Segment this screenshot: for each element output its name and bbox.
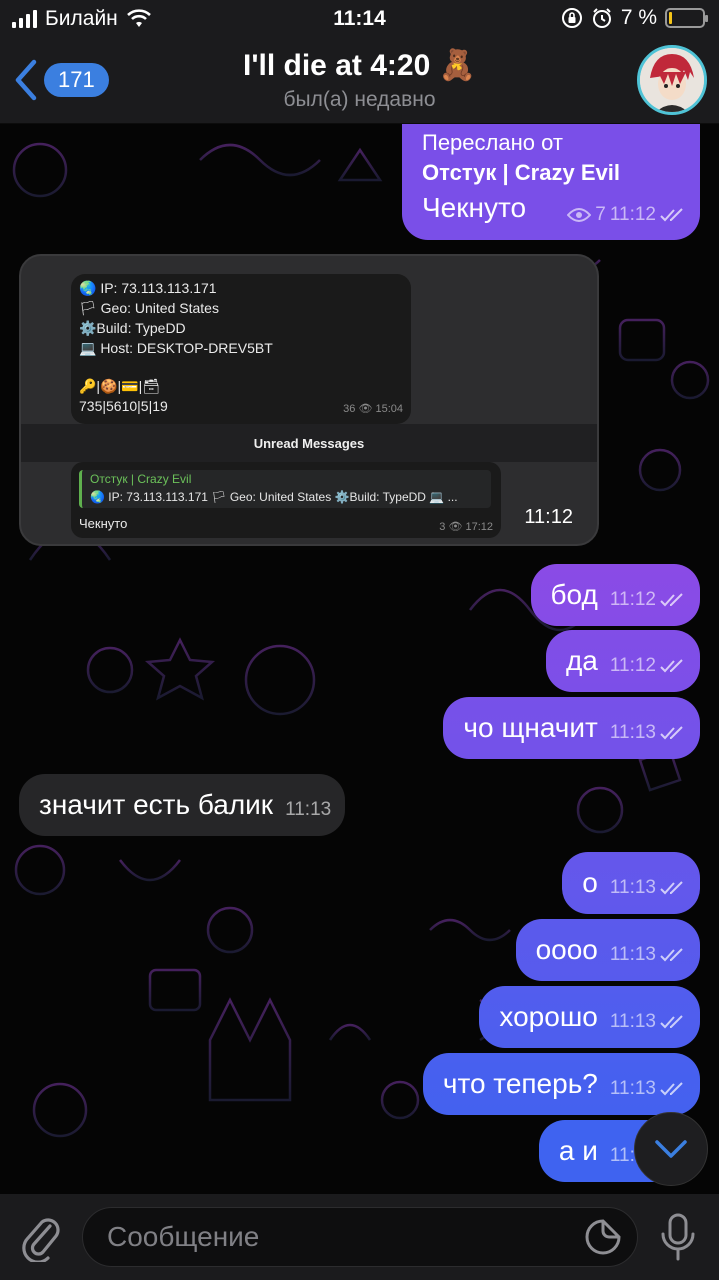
message-text: что теперь?: [442, 1068, 598, 1099]
double-check-icon: [660, 1082, 683, 1096]
message-meta: 11:12: [610, 589, 686, 611]
last-seen-status: был(а) недавно: [283, 88, 436, 111]
message-meta: 11:13: [610, 877, 686, 899]
message-time: 11:13: [609, 722, 656, 743]
paperclip-icon[interactable]: [20, 1214, 64, 1262]
double-check-icon: [660, 1015, 683, 1029]
outgoing-message[interactable]: чо щначит 11:13: [443, 697, 700, 759]
message-meta: 11:12: [610, 655, 686, 677]
message-time: 11:12: [524, 506, 573, 528]
message-composer: [0, 1194, 719, 1280]
screenshot-unread-label: Unread Messages: [253, 436, 365, 451]
chevron-down-icon: [655, 1140, 687, 1158]
message-meta: 11:13: [610, 722, 686, 744]
battery-percent: 7 %: [620, 6, 657, 29]
outgoing-message[interactable]: что теперь? 11:13: [422, 1053, 700, 1115]
screenshot-line: 🌏 IP: 73.113.113.171: [79, 280, 217, 296]
message-time: 11:13: [609, 1078, 656, 1099]
eye-icon: [567, 208, 592, 222]
anime-avatar-icon: [640, 48, 704, 112]
message-input[interactable]: [82, 1207, 638, 1267]
battery-icon: [665, 8, 708, 28]
message-text: а и: [558, 1135, 598, 1166]
orientation-lock-icon: [561, 8, 582, 28]
forwarded-message[interactable]: Переслано от Отстук | Crazy Evil Чекнуто…: [402, 124, 700, 240]
screenshot-card: Отстук | Crazy Evil 🌏 IP: 73.113.113.171…: [71, 462, 501, 538]
microphone-icon[interactable]: [658, 1212, 698, 1262]
message-time: 11:13: [609, 877, 656, 898]
double-check-icon: [660, 208, 683, 222]
message-text: да: [565, 645, 598, 676]
message-time: 11:12: [609, 589, 656, 610]
message-meta: 11:13: [610, 1078, 686, 1100]
message-meta: 11:13: [610, 944, 686, 966]
outgoing-message[interactable]: бод 11:12: [530, 564, 700, 626]
message-time: 11:13: [609, 1011, 656, 1032]
message-time: 11:13: [285, 799, 332, 820]
quote-text: 🌏 IP: 73.113.113.171 🏳 Geo: United State…: [90, 490, 458, 504]
message-meta: 11:13: [610, 1011, 686, 1033]
screenshot-line: 735|5610|5|19: [79, 398, 168, 414]
forwarded-from[interactable]: Отстук | Crazy Evil: [422, 158, 620, 188]
screenshot-text: Чекнуто: [79, 516, 128, 531]
message-text: бод: [550, 579, 598, 610]
messages-list[interactable]: Переслано от Отстук | Crazy Evil Чекнуто…: [0, 124, 719, 1194]
outgoing-message[interactable]: оооо 11:13: [515, 919, 700, 981]
scroll-down-button[interactable]: [634, 1112, 708, 1186]
screenshot-line: 🔑|🍪|💳|🗃: [79, 378, 160, 394]
view-count: 7: [595, 204, 606, 225]
message-text: о: [582, 867, 598, 898]
avatar[interactable]: [637, 45, 707, 115]
outgoing-message[interactable]: о 11:13: [562, 852, 700, 914]
message-text: чо щначит: [463, 712, 598, 743]
forwarded-label: Переслано от: [422, 130, 563, 155]
alarm-icon: [592, 8, 611, 28]
chat-title[interactable]: I'll die at 4:20 🧸: [0, 48, 719, 83]
message-text: хорошо: [499, 1001, 598, 1032]
chat-header: 171 I'll die at 4:20 🧸 был(а) недавно: [0, 40, 719, 124]
message-meta: 7 11:12: [567, 204, 686, 226]
double-check-icon: [660, 948, 683, 962]
screenshot-line: 💻 Host: DESKTOP-DREV5BT: [79, 340, 273, 356]
screenshot-quote: Отстук | Crazy Evil 🌏 IP: 73.113.113.171…: [79, 470, 491, 508]
outgoing-message[interactable]: да 11:12: [545, 630, 700, 692]
message-time: 11:12: [609, 204, 656, 225]
double-check-icon: [660, 726, 683, 740]
screenshot-line: 🏳 Geo: United States: [79, 300, 219, 316]
outgoing-message[interactable]: хорошо 11:13: [479, 986, 700, 1048]
screenshot-meta: 3 👁 17:12: [439, 521, 493, 533]
message-text: оооо: [535, 934, 598, 965]
status-bar: Билайн 11:14 7 %: [0, 0, 719, 40]
message-text: значит есть балик: [39, 789, 274, 820]
message-time: 11:12: [609, 655, 656, 676]
double-check-icon: [660, 659, 683, 673]
message-meta: 11:13: [285, 799, 331, 821]
screenshot-card: 🌏 IP: 73.113.113.171 🏳 Geo: United State…: [71, 274, 411, 424]
sticker-icon[interactable]: [584, 1218, 622, 1256]
message-text: Чекнуто: [422, 192, 527, 223]
double-check-icon: [660, 881, 683, 895]
quote-author: Отстук | Crazy Evil: [90, 472, 192, 486]
screenshot-line: ⚙️Build: TypeDD: [79, 320, 186, 336]
incoming-message[interactable]: значит есть балик 11:13: [19, 774, 346, 836]
forward-header: Переслано от Отстук | Crazy Evil: [422, 128, 620, 188]
image-message[interactable]: 🌏 IP: 73.113.113.171 🏳 Geo: United State…: [19, 254, 599, 546]
double-check-icon: [660, 593, 683, 607]
screenshot-meta: 36 👁 15:04: [343, 403, 403, 415]
status-right: 7 %: [561, 6, 708, 30]
message-time: 11:13: [609, 944, 656, 965]
